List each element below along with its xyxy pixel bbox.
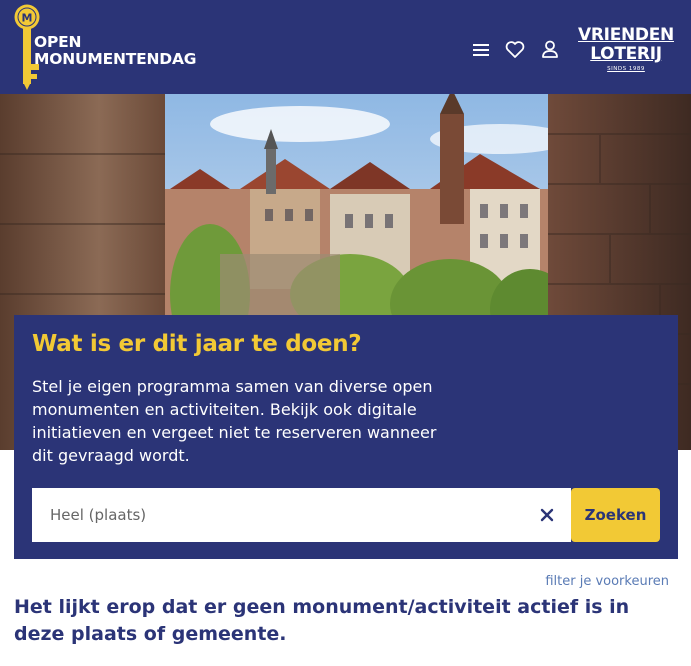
partner-since: SINDS 1989: [607, 66, 645, 72]
search-card: Wat is er dit jaar te doen? Stel je eige…: [14, 315, 678, 559]
no-results-message: Het lijkt erop dat er geen monument/acti…: [14, 596, 630, 645]
partner-line-2: LOTERIJ: [590, 44, 662, 64]
site-header: M OPEN MONUMENTENDAG VRIENDEN LOTERIJ SI…: [0, 0, 691, 94]
card-title: Wat is er dit jaar te doen?: [32, 331, 362, 357]
heart-icon[interactable]: [503, 37, 527, 61]
search-button[interactable]: Zoeken: [571, 488, 660, 542]
search-input[interactable]: [32, 488, 571, 542]
menu-icon[interactable]: [469, 38, 493, 62]
card-description: Stel je eigen programma samen van divers…: [32, 377, 437, 465]
logo-line-2: MONUMENTENDAG: [34, 50, 197, 68]
user-icon[interactable]: [538, 37, 562, 61]
search-field-wrapper: [32, 488, 571, 542]
key-letter: M: [22, 12, 33, 25]
partner-line-1: VRIENDEN: [578, 25, 674, 45]
clear-icon[interactable]: [538, 506, 556, 524]
vriendenloterij-logo[interactable]: VRIENDEN LOTERIJ SINDS 1989: [576, 26, 676, 74]
filter-preferences-link[interactable]: filter je voorkeuren: [545, 574, 669, 589]
logo-text: OPEN MONUMENTENDAG: [34, 34, 196, 68]
logo-line-1: OPEN: [34, 33, 82, 51]
